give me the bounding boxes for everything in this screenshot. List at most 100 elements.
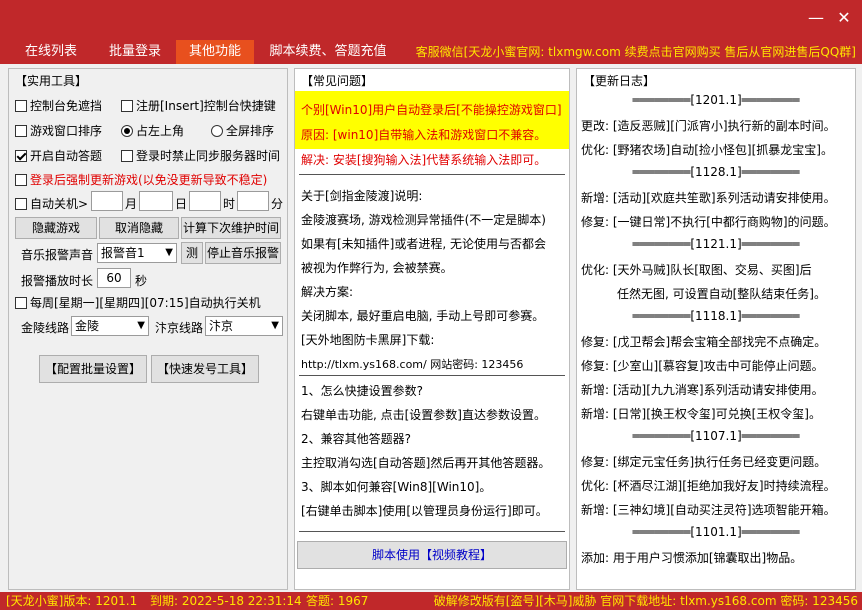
- radio-dot[interactable]: [211, 125, 223, 137]
- checkbox-box[interactable]: [15, 150, 27, 162]
- version-header: ════════[1121.1]════════: [632, 237, 800, 251]
- unit-month: 月: [125, 197, 138, 211]
- checkbox-box[interactable]: [15, 297, 27, 309]
- faq-text-line: [天外地图防卡黑屏]下载:: [301, 333, 435, 347]
- tab-renew-recharge[interactable]: 脚本续费、答题充值: [266, 40, 390, 64]
- changelog-entry: 新增: [活动][欢庭共笙歌]系列活动请安排使用。: [581, 191, 836, 205]
- bianjing-route-select[interactable]: 汴京 ▼: [205, 316, 283, 336]
- checkbox-box[interactable]: [15, 198, 27, 210]
- tab-online-list[interactable]: 在线列表: [12, 40, 90, 64]
- tools-title: 【实用工具】: [15, 74, 88, 88]
- divider: [299, 375, 565, 376]
- changelog-entry: 新增: [日常][换王权令玺]可兑换[王权令玺]。: [581, 407, 821, 421]
- tab-batch-login[interactable]: 批量登录: [96, 40, 174, 64]
- faq-panel: 【常见问题】 个别[Win10]用户自动登录后[不能操控游戏窗口] 原因: [w…: [294, 68, 570, 590]
- changelog-entry: 新增: [三神幻境][自动买注灵符]选项智能开箱。: [581, 503, 836, 517]
- faq-text-line: 1、怎么快捷设置参数?: [301, 384, 424, 398]
- changelog-entry: 更改: [造反恶贼][门派宵小]执行新的副本时间。: [581, 119, 836, 133]
- divider: [299, 531, 565, 532]
- auto-shutdown-checkbox[interactable]: 自动关机>: [15, 195, 88, 212]
- tab-other-functions[interactable]: 其他功能: [176, 40, 254, 64]
- faq-text-line: 金陵渡赛场, 游戏检测异常插件(不一定是脚本): [301, 213, 546, 227]
- download-link[interactable]: http://tlxm.ys168.com/ 网站密码: 123456: [301, 356, 523, 372]
- changelog-entry: 优化: [天外马贼]队长[取图、交易、买图]后: [581, 263, 812, 277]
- block-sync-checkbox[interactable]: 登录时禁止同步服务器时间: [121, 147, 280, 164]
- support-notice[interactable]: 客服微信[天龙小蜜官网: tlxmgw.com 续费点击官网购买 售后从官网进售…: [416, 40, 856, 64]
- warning-line-3: 解决: 安装[搜狗输入法]代替系统输入法即可。: [301, 153, 547, 167]
- answer-count: 答题: 1967: [306, 594, 369, 608]
- divider: [299, 174, 565, 175]
- checkbox-box[interactable]: [15, 100, 27, 112]
- security-notice: 破解修改版有[盗号][木马]威胁 官网下载地址: tlxm.ys168.com …: [433, 594, 858, 608]
- top-left-radio[interactable]: 占左上角: [121, 122, 184, 139]
- cancel-hide-button[interactable]: 取消隐藏: [99, 217, 179, 239]
- changelog-entry: 修复: [戊卫帮会]帮会宝箱全部找完不点确定。: [581, 335, 827, 349]
- unit-hour: 时: [223, 197, 236, 211]
- changelog-title: 【更新日志】: [583, 74, 656, 88]
- alarm-sound-select[interactable]: 报警音1 ▼: [97, 243, 177, 263]
- faq-text-line: 右键单击功能, 点击[设置参数]直达参数设置。: [301, 408, 546, 422]
- version-header: ════════[1101.1]════════: [632, 525, 800, 539]
- changelog-entry: 优化: [野猪农场]自动[捡小怪包][抓暴龙宝宝]。: [581, 143, 833, 157]
- video-tutorial-button[interactable]: 脚本使用【视频教程】: [297, 541, 567, 569]
- changelog-entry: 修复: [少室山][慕容复]攻击中可能停止问题。: [581, 359, 824, 373]
- faq-text-line: 2、兼容其他答题器?: [301, 432, 412, 446]
- checkbox-box[interactable]: [15, 174, 27, 186]
- force-update-checkbox[interactable]: 登录后强制更新游戏(以免没更新导致不稳定): [15, 171, 267, 188]
- checkbox-box[interactable]: [15, 125, 27, 137]
- faq-text-line: 关于[剑指金陵渡]说明:: [301, 189, 423, 203]
- unit-minute: 分: [271, 197, 284, 211]
- tab-bar: 在线列表 批量登录 其他功能 脚本续费、答题充值 客服微信[天龙小蜜官网: tl…: [0, 40, 862, 64]
- fullscreen-radio[interactable]: 全屏排序: [211, 122, 274, 139]
- faq-text-line: 如果有[未知插件]或者进程, 无论使用与否都会: [301, 237, 546, 251]
- quick-account-tool-button[interactable]: 【快速发号工具】: [151, 355, 259, 383]
- console-free-checkbox[interactable]: 控制台免遮挡: [15, 97, 102, 114]
- jinling-route-select[interactable]: 金陵 ▼: [71, 316, 149, 336]
- unit-second: 秒: [135, 274, 148, 288]
- chevron-down-icon: ▼: [137, 320, 145, 331]
- win10-warning-box: 个别[Win10]用户自动登录后[不能操控游戏窗口] 原因: [win10]自带…: [295, 91, 569, 195]
- chevron-down-icon: ▼: [271, 320, 279, 331]
- alarm-sound-label: 音乐报警声音: [21, 248, 94, 262]
- jinling-route-label: 金陵线路: [21, 321, 70, 335]
- checkbox-box[interactable]: [121, 150, 133, 162]
- changelog-entry: 添加: 用于用户习惯添加[锦囊取出]物品。: [581, 551, 803, 565]
- test-sound-button[interactable]: 测: [181, 242, 203, 264]
- version-header: ════════[1107.1]════════: [632, 429, 800, 443]
- radio-dot[interactable]: [121, 125, 133, 137]
- auto-answer-checkbox[interactable]: 开启自动答题: [15, 147, 102, 164]
- close-button[interactable]: ✕: [832, 6, 856, 30]
- checkbox-box[interactable]: [121, 100, 133, 112]
- changelog-panel: 【更新日志】 ════════[1201.1]════════ 更改: [造反恶…: [576, 68, 856, 590]
- weekly-shutdown-checkbox[interactable]: 每周[星期一][星期四][07:15]自动执行关机: [15, 294, 261, 311]
- shutdown-minute-input[interactable]: [237, 191, 269, 211]
- register-hotkey-checkbox[interactable]: 注册[Insert]控制台快捷键: [121, 97, 276, 114]
- warning-line-1: 个别[Win10]用户自动登录后[不能操控游戏窗口]: [301, 103, 562, 117]
- shutdown-month-input[interactable]: [91, 191, 123, 211]
- title-bar: — ✕: [0, 0, 862, 40]
- version-header: ════════[1118.1]════════: [632, 309, 800, 323]
- calc-maintenance-button[interactable]: 计算下次维护时间: [181, 217, 281, 239]
- status-bar: [天龙小蜜]版本: 1201.1 到期: 2022-5-18 22:31:14 …: [0, 592, 862, 610]
- chevron-down-icon: ▼: [165, 247, 173, 258]
- faq-title: 【常见问题】: [301, 74, 374, 88]
- shutdown-hour-input[interactable]: [189, 191, 221, 211]
- faq-text-line: [右键单击脚本]使用[以管理员身份运行]即可。: [301, 504, 548, 518]
- bianjing-route-label: 汴京线路: [155, 321, 204, 335]
- hide-game-button[interactable]: 隐藏游戏: [15, 217, 97, 239]
- expiry-info: 到期: 2022-5-18 22:31:14: [150, 594, 302, 608]
- faq-text-line: 主控取消勾选[自动答题]然后再开其他答题器。: [301, 456, 551, 470]
- warning-line-2: 原因: [win10]自带输入法和游戏窗口不兼容。: [301, 128, 547, 142]
- shutdown-day-input[interactable]: [139, 191, 173, 211]
- tools-panel: 【实用工具】 控制台免遮挡 注册[Insert]控制台快捷键 游戏窗口排序 占左…: [8, 68, 288, 590]
- faq-text-line: 关闭脚本, 最好重启电脑, 手动上号即可参赛。: [301, 309, 545, 323]
- faq-text-line: 解决方案:: [301, 285, 354, 299]
- minimize-button[interactable]: —: [804, 6, 828, 30]
- alarm-duration-input[interactable]: 60: [97, 268, 131, 288]
- unit-day: 日: [175, 197, 188, 211]
- stop-alarm-button[interactable]: 停止音乐报警: [205, 242, 281, 264]
- changelog-entry: 新增: [活动][九九消寒]系列活动请安排使用。: [581, 383, 824, 397]
- window-sort-checkbox[interactable]: 游戏窗口排序: [15, 122, 102, 139]
- batch-settings-button[interactable]: 【配置批量设置】: [39, 355, 147, 383]
- faq-text-line: 3、脚本如何兼容[Win8][Win10]。: [301, 480, 492, 494]
